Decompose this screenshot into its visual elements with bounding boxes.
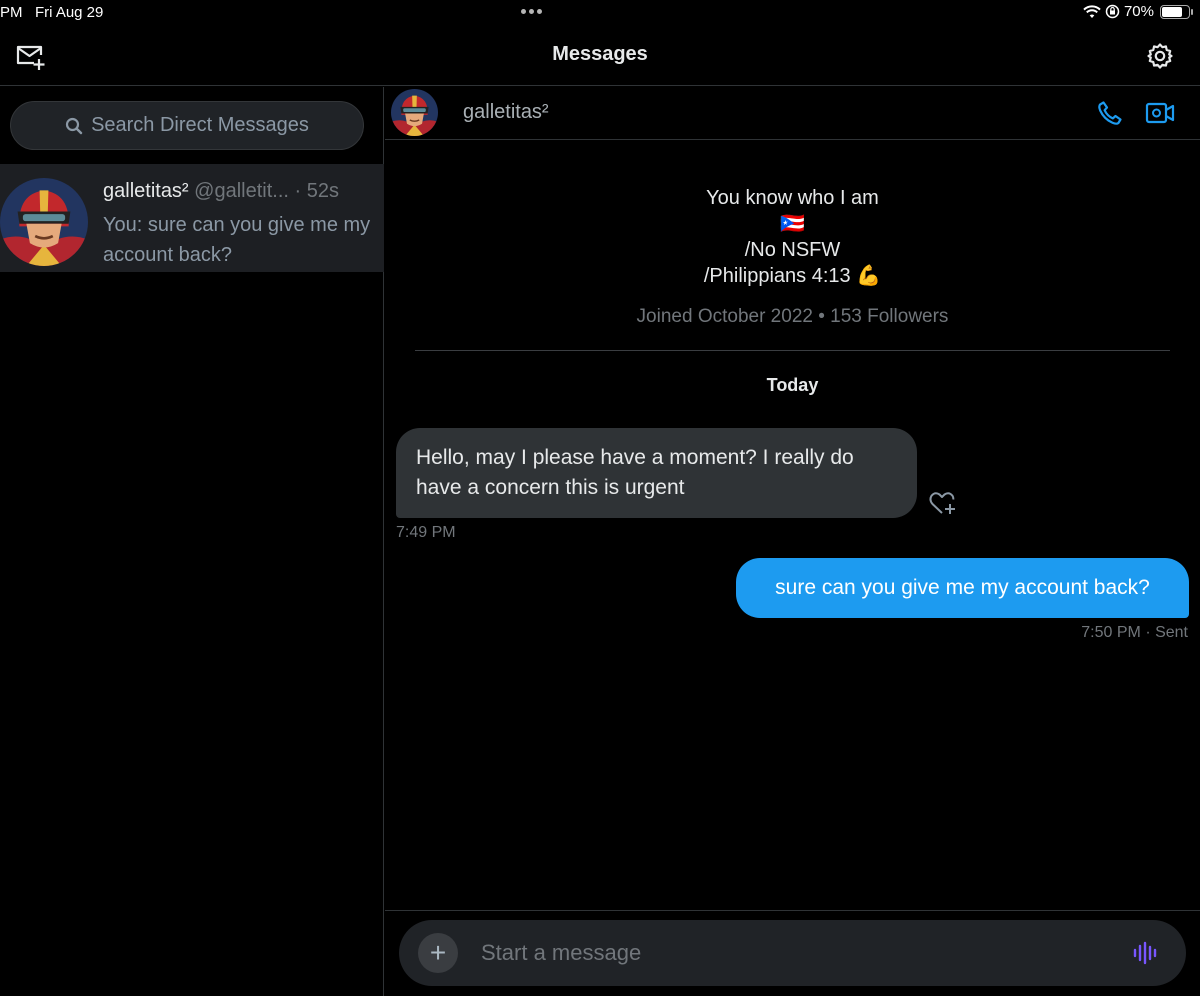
conversation-item[interactable]: galletitas² @galletit... · 52s You: sure…: [0, 164, 384, 272]
search-input[interactable]: Search Direct Messages: [10, 101, 364, 150]
battery-percent: 70%: [1123, 3, 1154, 20]
divider: [385, 910, 1200, 911]
chat-panel: galletitas² You know who I am 🇵🇷 /No NSF…: [385, 87, 1200, 996]
bio-line: /No NSFW: [744, 239, 841, 261]
conversation-list-panel: Search Direct Messages galletitas² @gall…: [0, 87, 384, 996]
conversation-preview: You: sure can you give me my account bac…: [103, 214, 371, 266]
message-composer: +: [399, 920, 1186, 986]
divider: [415, 350, 1170, 351]
conversation-age: · 52s: [294, 180, 339, 202]
bio-line: 🇵🇷: [780, 213, 805, 235]
chat-header: galletitas²: [385, 87, 1200, 140]
multitasking-dots[interactable]: [521, 9, 542, 14]
conversation-handle: @galletit...: [194, 180, 289, 202]
avatar[interactable]: [0, 178, 88, 266]
incoming-message[interactable]: Hello, may I please have a moment? I rea…: [396, 428, 917, 518]
wifi-icon: [1083, 4, 1101, 18]
page-title: Messages: [552, 43, 648, 65]
search-icon: [65, 117, 83, 134]
bio-line: You know who I am: [706, 187, 879, 209]
battery-icon: [1160, 4, 1193, 19]
message-input[interactable]: [479, 934, 1099, 972]
add-reaction-icon[interactable]: [928, 489, 958, 517]
profile-bio: You know who I am 🇵🇷 /No NSFW /Philippia…: [385, 185, 1200, 289]
status-right: 70%: [1083, 3, 1193, 20]
top-bar: Messages: [0, 26, 1200, 86]
orientation-lock-icon: [1105, 4, 1120, 19]
joined-info: Joined October 2022 • 153 Followers: [636, 306, 949, 327]
add-media-button[interactable]: +: [418, 933, 458, 973]
conversation-name: galletitas²: [103, 180, 189, 202]
bio-line: /Philippians 4:13 💪: [703, 265, 882, 287]
message-timestamp: 7:50 PM · Sent: [1081, 624, 1188, 641]
day-separator: Today: [766, 375, 819, 395]
conversation-header: galletitas² @galletit... · 52s: [103, 180, 339, 203]
chat-avatar[interactable]: [391, 89, 438, 136]
status-bar: PM Fri Aug 29 70%: [0, 0, 1200, 26]
search-placeholder: Search Direct Messages: [91, 114, 309, 136]
chat-name[interactable]: galletitas²: [463, 101, 549, 124]
video-call-icon[interactable]: [1145, 99, 1175, 127]
message-timestamp: 7:49 PM: [396, 524, 456, 541]
voice-message-icon[interactable]: [1132, 940, 1158, 966]
phone-icon[interactable]: [1096, 99, 1124, 127]
status-time: PM: [0, 4, 23, 21]
gear-icon[interactable]: [1146, 42, 1174, 70]
outgoing-message[interactable]: sure can you give me my account back?: [736, 558, 1189, 618]
status-date: Fri Aug 29: [35, 4, 104, 21]
